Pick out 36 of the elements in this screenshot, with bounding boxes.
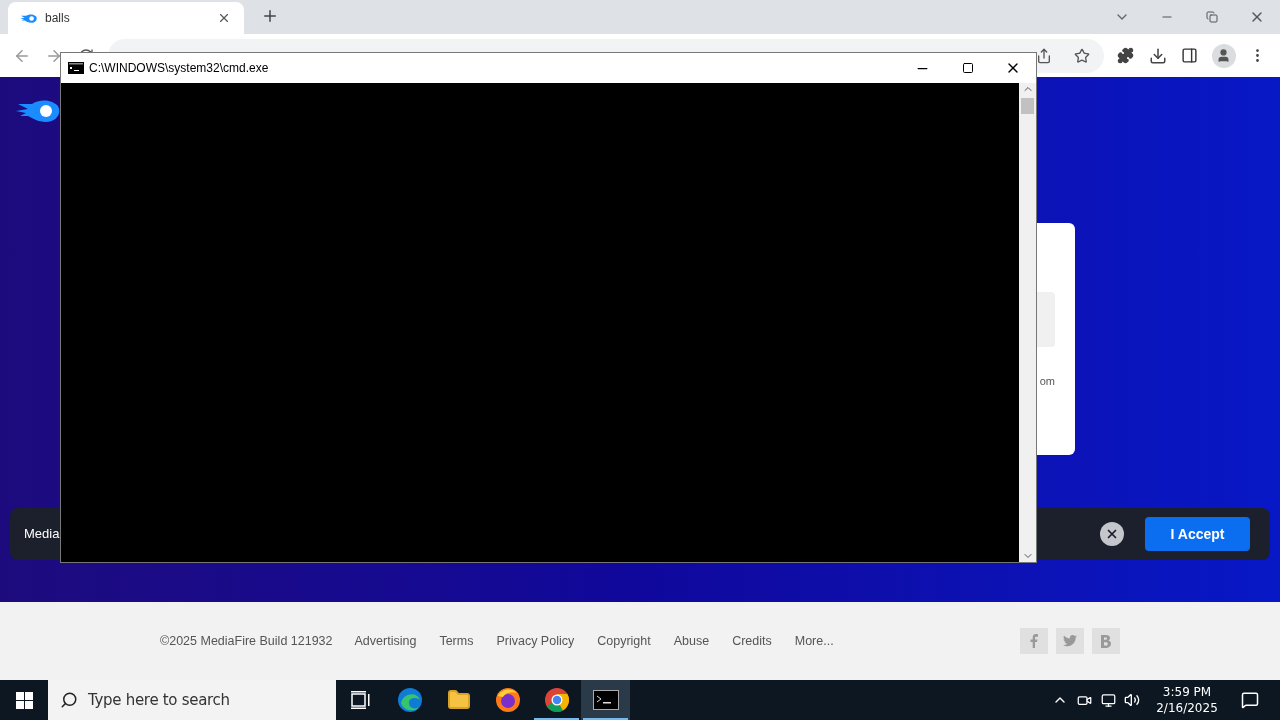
copyright-text: ©2025 MediaFire Build 121932 [160,632,333,650]
task-view-icon [350,691,371,709]
search-icon [60,691,78,709]
chrome-icon [543,687,570,713]
card-text: om [1039,374,1055,389]
tab-favicon-icon [20,12,37,24]
edge-icon [396,687,423,713]
footer-link[interactable]: Privacy Policy [496,631,575,651]
footer-link[interactable]: Terms [439,631,474,651]
search-placeholder: Type here to search [88,689,230,711]
profile-icon[interactable] [1212,43,1236,68]
scrollbar[interactable] [1019,83,1036,562]
scroll-thumb[interactable] [1021,98,1034,114]
cookie-text: Media [24,525,60,544]
taskbar-app[interactable] [581,680,630,720]
footer-link[interactable]: Abuse [673,631,710,651]
terminal-icon [592,690,619,710]
search-field[interactable]: Type here to search [48,680,336,720]
close-icon[interactable] [1100,522,1124,546]
network-icon[interactable] [1100,692,1116,708]
footer-link[interactable]: Advertising [354,631,417,651]
puzzle-icon[interactable] [1116,45,1136,66]
footer-link[interactable]: More... [794,631,834,651]
clock-date: 2/16/2025 [1156,700,1218,716]
side-panel-icon[interactable] [1180,45,1200,66]
clock-time: 3:59 PM [1162,684,1212,700]
firefox-icon [494,687,521,713]
folder-icon [446,688,471,712]
browser-tab[interactable]: balls [8,2,244,34]
window-title: C:\WINDOWS\system32\cmd.exe [89,60,269,77]
tab-title: balls [45,10,71,27]
accept-button[interactable]: I Accept [1145,517,1250,551]
footer-link[interactable]: Copyright [597,631,651,651]
terminal-icon [68,62,84,74]
footer-link[interactable]: Credits [732,631,772,651]
volume-icon[interactable] [1124,692,1140,708]
